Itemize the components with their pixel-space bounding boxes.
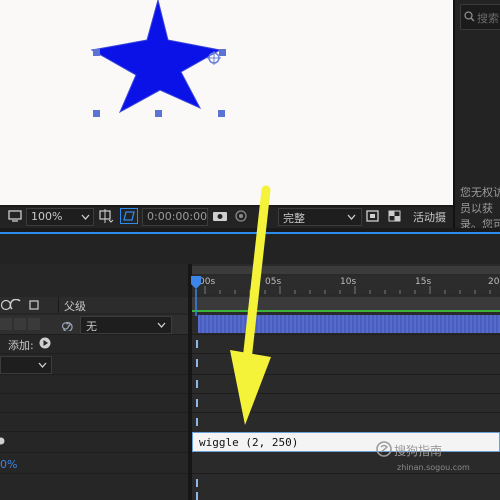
- add-menu-play-icon[interactable]: [39, 337, 51, 349]
- layer-switch-box[interactable]: [28, 318, 40, 330]
- notice-line-2: 员以获: [460, 202, 493, 215]
- bounding-box-handle[interactable]: [93, 110, 100, 117]
- parent-column-header: 父级: [64, 300, 86, 313]
- monitor-icon[interactable]: [8, 210, 22, 222]
- property-percent-value[interactable]: 0%: [0, 458, 17, 471]
- active-camera-label[interactable]: 活动摄: [413, 209, 446, 225]
- ruler-label: 20s: [488, 277, 500, 287]
- add-label: 添加:: [8, 339, 34, 352]
- expression-text[interactable]: wiggle (2, 250): [199, 436, 298, 449]
- bounding-box-handle[interactable]: [93, 49, 100, 56]
- chevron-down-icon: [347, 214, 356, 220]
- annotation-arrow: [230, 185, 271, 425]
- blend-mode-dropdown[interactable]: [0, 356, 52, 374]
- toggle-transparency-grid-icon[interactable]: [388, 210, 401, 222]
- switch-icons[interactable]: [0, 299, 44, 311]
- layer-columns-header: 父级: [0, 297, 188, 313]
- search-placeholder: 搜索: [477, 12, 499, 25]
- timecode-value: 0:00:00:00: [147, 210, 208, 223]
- zoom-value: 100%: [31, 210, 63, 223]
- ruler-label: 15s: [415, 277, 432, 287]
- ruler-label: 10s: [340, 277, 357, 287]
- transparency-grid-icon[interactable]: [120, 208, 138, 224]
- watermark-url: zhinan.sogou.com: [397, 463, 470, 472]
- playhead[interactable]: [190, 276, 202, 496]
- chevron-down-icon: [157, 322, 166, 328]
- parent-dropdown[interactable]: 无: [80, 316, 172, 334]
- chevron-down-icon: [38, 362, 47, 368]
- layer-panel: 父级 无 添加: 0%: [0, 264, 190, 500]
- timecode-field[interactable]: 0:00:00:00: [142, 208, 208, 226]
- property-stopwatch-icon[interactable]: [0, 437, 6, 445]
- bounding-box-handle[interactable]: [218, 110, 225, 117]
- layer-row[interactable]: 无: [0, 315, 188, 334]
- pickwhip-spiral-icon[interactable]: [60, 318, 74, 331]
- fast-preview-icon[interactable]: [366, 210, 379, 222]
- resolution-dropdown[interactable]: 完整: [278, 208, 362, 226]
- search-icon: [464, 11, 475, 22]
- parent-value: 无: [86, 320, 97, 333]
- bounding-box-handle[interactable]: [219, 49, 226, 56]
- sogou-logo-icon: [376, 441, 392, 457]
- bounding-box-handle[interactable]: [155, 110, 162, 117]
- star-shape[interactable]: [90, 0, 222, 114]
- zoom-dropdown[interactable]: 100%: [26, 208, 94, 226]
- composition-viewer[interactable]: [0, 0, 453, 205]
- chevron-down-icon: [81, 214, 90, 220]
- watermark-title: 搜狗指南: [394, 444, 443, 458]
- notice-line-1: 您无权访: [460, 186, 500, 199]
- composition-canvas[interactable]: [0, 0, 453, 205]
- layer-switch-box[interactable]: [0, 318, 12, 330]
- layer-switch-box[interactable]: [14, 318, 26, 330]
- region-of-interest-icon[interactable]: [98, 209, 114, 223]
- resolution-value: 完整: [283, 212, 305, 225]
- expression-field[interactable]: wiggle (2, 250): [192, 432, 500, 452]
- search-field[interactable]: 搜索: [460, 4, 500, 30]
